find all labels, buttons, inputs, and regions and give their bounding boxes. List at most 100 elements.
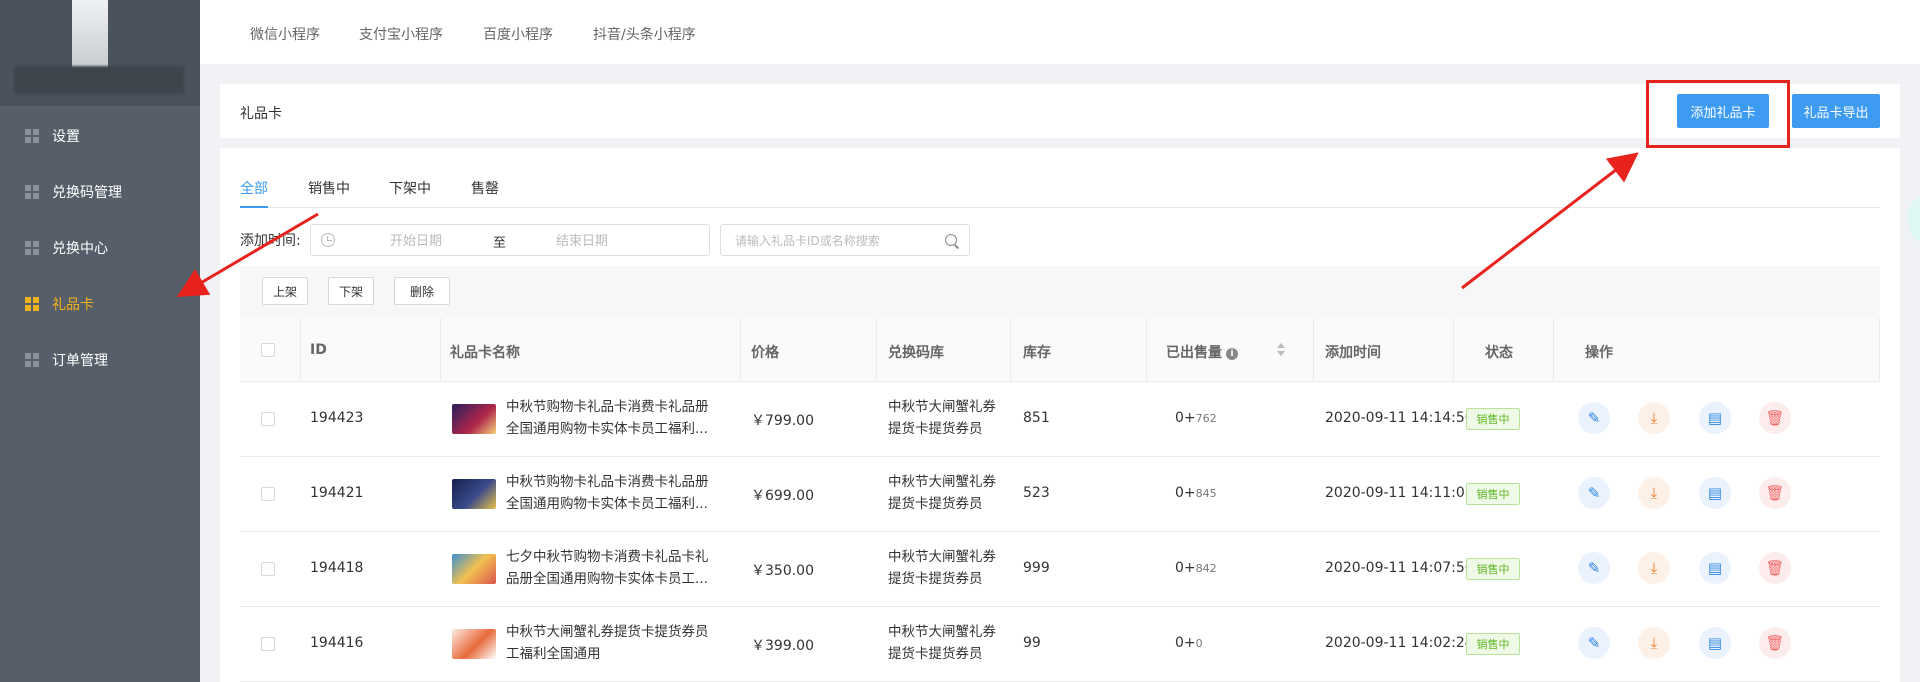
row-id: 194416 (310, 635, 364, 651)
edit-icon[interactable]: ✎ (1578, 402, 1610, 434)
edit-icon[interactable]: ✎ (1578, 477, 1610, 509)
trash-icon[interactable]: 🗑 (1759, 477, 1791, 509)
bulk-delete-button[interactable]: 删除 (394, 277, 450, 305)
edit-icon[interactable]: ✎ (1578, 552, 1610, 584)
document-icon[interactable]: ▤ (1699, 552, 1731, 584)
sold-count: 0+ (1175, 635, 1196, 651)
row-checkbox[interactable] (261, 562, 275, 576)
select-all-checkbox[interactable] (261, 343, 275, 357)
trash-icon[interactable]: 🗑 (1759, 402, 1791, 434)
sidebar-item-settings[interactable]: 设置 (0, 116, 200, 156)
date-filter-label: 添加时间: (240, 233, 301, 249)
tab-douyin[interactable]: 抖音/头条小程序 (593, 24, 696, 44)
sidebar-item-label: 礼品卡 (52, 297, 94, 313)
tab-wechat[interactable]: 微信小程序 (250, 24, 320, 44)
status-badge: 销售中 (1466, 633, 1520, 655)
document-icon[interactable]: ▤ (1699, 627, 1731, 659)
table-row[interactable]: 194418 七夕中秋节购物卡消费卡礼品卡礼 品册全国通用购物卡实体卡员工...… (240, 532, 1880, 607)
tab-on-sale[interactable]: 销售中 (308, 178, 350, 208)
row-code-library: 中秋节大闸蟹礼券 提货卡提货券员 (888, 621, 1008, 665)
gift-card-name-line: 工福利全国通用 (506, 646, 601, 662)
bulk-action-bar: 上架 下架 删除 (240, 266, 1880, 318)
row-id: 194418 (310, 560, 364, 576)
table-row[interactable]: 194423 中秋节购物卡礼品卡消费卡礼品册 全国通用购物卡实体卡员工福利...… (240, 382, 1880, 457)
gift-card-name[interactable]: 七夕中秋节购物卡消费卡礼品卡礼 品册全国通用购物卡实体卡员工... (506, 546, 736, 590)
code-library-line: 中秋节大闸蟹礼券 (888, 474, 996, 490)
end-date-input[interactable] (527, 231, 637, 251)
clock-icon (321, 233, 335, 247)
download-icon[interactable]: ⤓ (1638, 627, 1670, 659)
document-icon[interactable]: ▤ (1699, 477, 1731, 509)
tab-alipay[interactable]: 支付宝小程序 (359, 24, 443, 44)
sold-extra: 762 (1195, 412, 1217, 425)
row-id: 194423 (310, 410, 364, 426)
search-icon[interactable] (945, 234, 957, 246)
grid-icon (25, 297, 39, 311)
sold-extra: 0 (1195, 637, 1203, 650)
sidebar-item-gift-cards[interactable]: 礼品卡 (0, 284, 200, 324)
tab-off-shelf[interactable]: 下架中 (389, 178, 431, 208)
row-sold: 0+845 (1175, 485, 1217, 501)
sidebar-item-orders[interactable]: 订单管理 (0, 340, 200, 380)
logo-image (72, 0, 108, 70)
code-library-line: 中秋节大闸蟹礼券 (888, 549, 996, 565)
info-icon[interactable]: i (1226, 348, 1238, 360)
trash-icon[interactable]: 🗑 (1759, 627, 1791, 659)
row-checkbox[interactable] (261, 487, 275, 501)
row-stock: 999 (1023, 560, 1050, 576)
gift-card-name-line: 全国通用购物卡实体卡员工福利... (506, 496, 708, 512)
tab-baidu[interactable]: 百度小程序 (483, 24, 553, 44)
grid-icon (25, 353, 39, 367)
logo-area (0, 0, 200, 106)
sidebar-item-redeem-codes[interactable]: 兑换码管理 (0, 172, 200, 212)
status-badge: 销售中 (1466, 408, 1520, 430)
page-title: 礼品卡 (240, 106, 282, 122)
edit-icon[interactable]: ✎ (1578, 627, 1610, 659)
search-box[interactable] (720, 224, 970, 256)
gift-card-name[interactable]: 中秋节大闸蟹礼券提货卡提货券员 工福利全国通用 (506, 621, 736, 665)
table-row[interactable]: 194416 中秋节大闸蟹礼券提货卡提货券员 工福利全国通用 ￥399.00 中… (240, 607, 1880, 682)
floating-edge-widget (1908, 197, 1920, 241)
sold-count: 0+ (1175, 485, 1196, 501)
sold-extra: 842 (1195, 562, 1217, 575)
gift-card-name[interactable]: 中秋节购物卡礼品卡消费卡礼品册 全国通用购物卡实体卡员工福利... (506, 396, 736, 440)
search-input[interactable] (735, 231, 935, 251)
sold-extra: 845 (1195, 487, 1217, 500)
col-name: 礼品卡名称 (450, 345, 520, 361)
col-id: ID (310, 342, 327, 358)
table-row[interactable]: 194421 中秋节购物卡礼品卡消费卡礼品册 全国通用购物卡实体卡员工福利...… (240, 457, 1880, 532)
trash-icon[interactable]: 🗑 (1759, 552, 1791, 584)
logo-caption-blurred (14, 66, 184, 94)
grid-icon (25, 185, 39, 199)
col-status: 状态 (1485, 345, 1513, 361)
gift-card-thumbnail (452, 404, 496, 434)
code-library-line: 提货卡提货券员 (888, 496, 983, 512)
row-code-library: 中秋节大闸蟹礼券 提货卡提货券员 (888, 471, 1008, 515)
download-icon[interactable]: ⤓ (1638, 477, 1670, 509)
download-icon[interactable]: ⤓ (1638, 552, 1670, 584)
code-library-line: 提货卡提货券员 (888, 571, 983, 587)
bulk-on-shelf-button[interactable]: 上架 (262, 277, 308, 305)
grid-icon (25, 241, 39, 255)
sold-count: 0+ (1175, 560, 1196, 576)
document-icon[interactable]: ▤ (1699, 402, 1731, 434)
export-gift-cards-button[interactable]: 礼品卡导出 (1792, 94, 1880, 128)
sidebar-item-redeem-center[interactable]: 兑换中心 (0, 228, 200, 268)
grid-icon (25, 129, 39, 143)
col-sold[interactable]: 已出售量 i (1166, 342, 1238, 362)
tab-sold-out[interactable]: 售罄 (471, 178, 499, 208)
bulk-off-shelf-button[interactable]: 下架 (328, 277, 374, 305)
date-range-picker[interactable]: 至 (310, 224, 710, 256)
tab-all[interactable]: 全部 (240, 178, 268, 208)
row-stock: 523 (1023, 485, 1050, 501)
col-code-library: 兑换码库 (888, 345, 944, 361)
code-library-line: 中秋节大闸蟹礼券 (888, 399, 996, 415)
gift-card-name[interactable]: 中秋节购物卡礼品卡消费卡礼品册 全国通用购物卡实体卡员工福利... (506, 471, 736, 515)
start-date-input[interactable] (361, 231, 471, 251)
row-checkbox[interactable] (261, 412, 275, 426)
download-icon[interactable]: ⤓ (1638, 402, 1670, 434)
row-checkbox[interactable] (261, 637, 275, 651)
row-price: ￥399.00 (751, 638, 814, 654)
status-badge: 销售中 (1466, 558, 1520, 580)
sort-icon[interactable] (1276, 343, 1286, 357)
